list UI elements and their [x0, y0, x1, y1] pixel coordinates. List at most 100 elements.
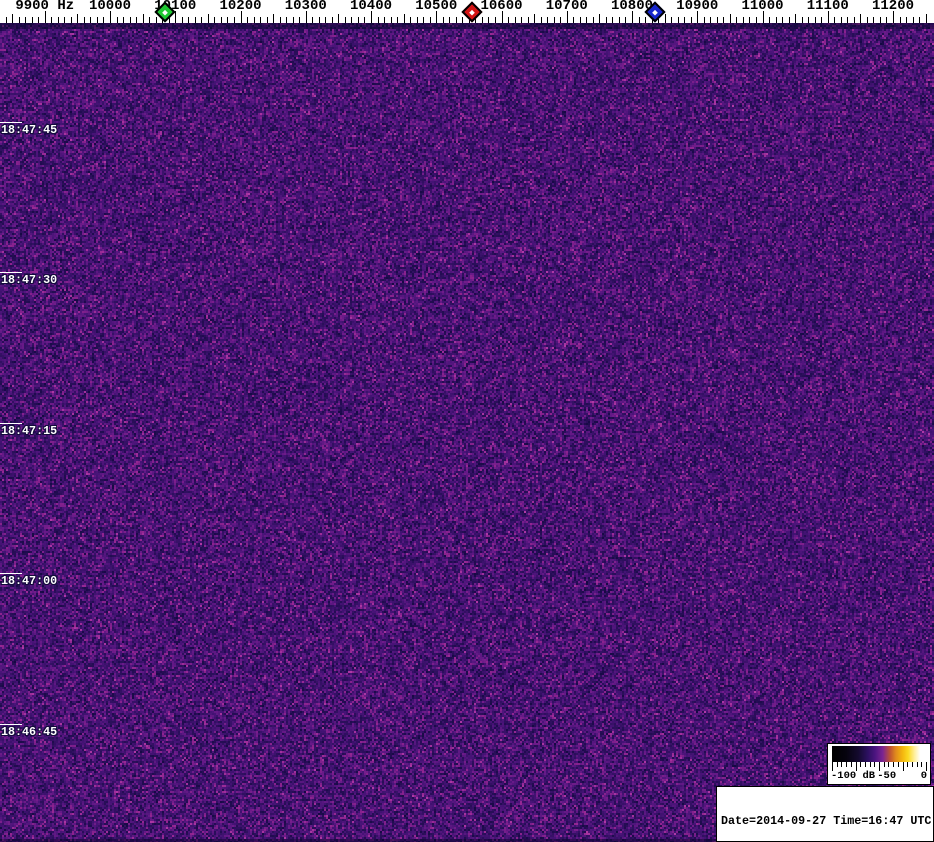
colorbar-tick — [912, 762, 913, 767]
freq-tick — [103, 17, 104, 23]
freq-tick — [815, 17, 816, 23]
colorbar-tick — [874, 762, 875, 767]
freq-tick — [795, 14, 796, 23]
freq-tick — [625, 17, 626, 23]
freq-tick — [143, 14, 144, 23]
freq-tick — [749, 17, 750, 23]
colorbar-tick — [907, 762, 908, 767]
colorbar-tick — [870, 762, 871, 767]
freq-tick — [97, 17, 98, 23]
freq-tick — [502, 11, 503, 23]
freq-tick — [404, 14, 405, 23]
freq-tick — [860, 14, 861, 23]
status-info-box: Date=2014-09-27 Time=16:47 UTC Freq=143 … — [716, 786, 934, 842]
freq-tick — [867, 17, 868, 23]
freq-tick — [338, 14, 339, 23]
colorbar-tick — [917, 762, 918, 767]
freq-tick — [704, 17, 705, 23]
freq-tick — [25, 17, 26, 23]
freq-tick — [84, 17, 85, 23]
freq-tick — [241, 11, 242, 23]
freq-tick — [632, 11, 633, 23]
freq-tick — [110, 11, 111, 23]
freq-tick — [873, 17, 874, 23]
freq-tick — [260, 17, 261, 23]
freq-tick — [430, 17, 431, 23]
freq-tick — [606, 17, 607, 23]
freq-tick — [508, 17, 509, 23]
freq-tick — [273, 14, 274, 23]
time-tick-label: 18:47:00 — [1, 575, 57, 587]
freq-tick — [769, 17, 770, 23]
colorbar-tick — [851, 762, 852, 767]
freq-tick — [293, 17, 294, 23]
freq-tick — [665, 14, 666, 23]
time-tick-label: 18:47:15 — [1, 425, 57, 437]
freq-tick — [913, 17, 914, 23]
freq-tick — [149, 17, 150, 23]
freq-tick — [221, 17, 222, 23]
freq-tick — [756, 17, 757, 23]
freq-tick — [854, 17, 855, 23]
freq-tick — [691, 17, 692, 23]
marker-center-dot — [163, 9, 169, 15]
freq-tick — [254, 17, 255, 23]
colorbar-label-max: 0 — [921, 771, 927, 782]
freq-tick — [6, 17, 7, 23]
freq-tick — [175, 11, 176, 23]
spectrogram-screen: 9900 Hz 10000 10100 10200 10300 10400 10500 106… — [0, 0, 934, 842]
freq-tick — [90, 17, 91, 23]
colorbar-tick — [903, 762, 904, 771]
freq-tick — [515, 17, 516, 23]
freq-tick — [789, 17, 790, 23]
freq-tick — [619, 17, 620, 23]
time-tick-label: 18:47:30 — [1, 274, 57, 286]
freq-tick — [782, 17, 783, 23]
freq-tick — [919, 17, 920, 23]
colorbar-tick — [921, 762, 922, 767]
colorbar-tick — [837, 762, 838, 767]
freq-tick — [358, 17, 359, 23]
colorbar-label-min: -100 dB — [831, 771, 875, 782]
colorbar-tick — [888, 762, 889, 767]
freq-tick — [567, 11, 568, 23]
freq-tick — [267, 17, 268, 23]
freq-tick — [645, 17, 646, 23]
freq-tick — [834, 17, 835, 23]
freq-tick — [678, 17, 679, 23]
freq-tick — [19, 17, 20, 23]
freq-tick — [325, 17, 326, 23]
freq-tick — [697, 11, 698, 23]
freq-tick — [743, 17, 744, 23]
freq-tick — [828, 11, 829, 23]
freq-tick — [227, 17, 228, 23]
marker-center-dot — [652, 9, 658, 15]
freq-tick — [926, 14, 927, 23]
freq-tick — [77, 14, 78, 23]
freq-tick — [423, 17, 424, 23]
freq-tick — [234, 17, 235, 23]
freq-tick — [364, 17, 365, 23]
freq-tick — [38, 17, 39, 23]
freq-tick — [906, 17, 907, 23]
freq-tick — [417, 17, 418, 23]
marker-center-dot — [469, 9, 475, 15]
freq-tick — [436, 11, 437, 23]
freq-tick — [847, 17, 848, 23]
freq-tick — [182, 17, 183, 23]
colorbar-tick — [846, 762, 847, 767]
freq-tick — [378, 17, 379, 23]
colorbar-tick — [898, 762, 899, 767]
freq-tick — [214, 17, 215, 23]
freq-tick — [736, 17, 737, 23]
freq-tick — [195, 17, 196, 23]
freq-tick — [462, 17, 463, 23]
colorbar-tick — [860, 762, 861, 767]
freq-tick — [723, 17, 724, 23]
freq-tick — [32, 17, 33, 23]
freq-tick — [371, 11, 372, 23]
freq-tick — [58, 17, 59, 23]
freq-tick — [495, 17, 496, 23]
freq-tick — [136, 17, 137, 23]
freq-tick — [541, 17, 542, 23]
